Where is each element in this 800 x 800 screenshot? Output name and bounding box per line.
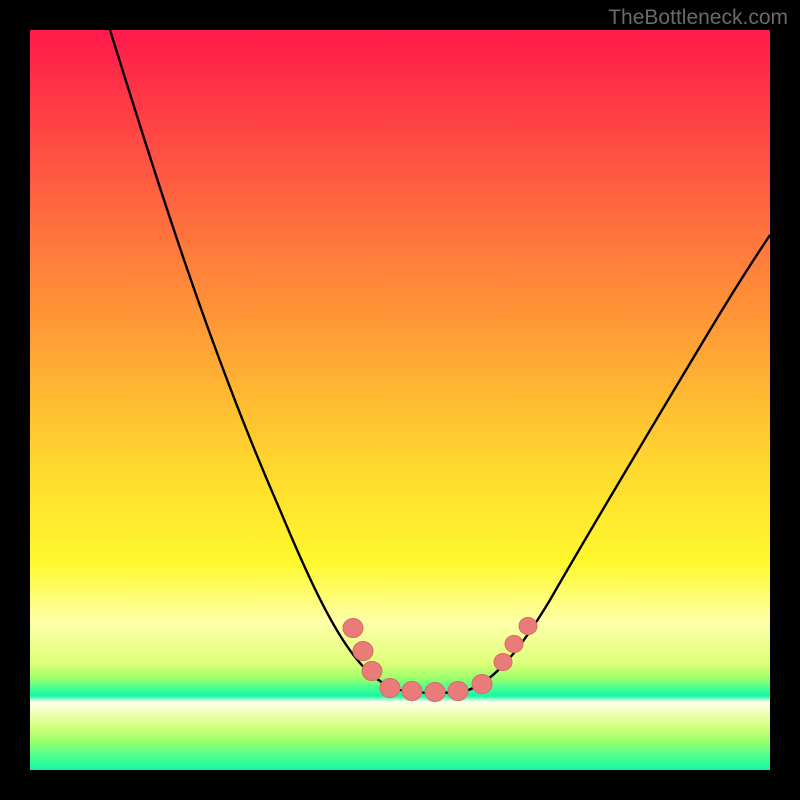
curve-marker — [472, 675, 492, 694]
curve-marker — [448, 682, 468, 701]
curve-marker — [353, 642, 373, 661]
curve-svg — [30, 30, 770, 770]
curve-marker — [380, 679, 400, 698]
chart-frame: TheBottleneck.com — [0, 0, 800, 800]
watermark-text: TheBottleneck.com — [608, 6, 788, 30]
curve-marker — [402, 682, 422, 701]
curve-marker — [425, 683, 445, 702]
plot-area — [30, 30, 770, 770]
curve-marker — [505, 635, 523, 652]
marker-group — [343, 617, 537, 701]
bottleneck-curve — [110, 30, 770, 693]
curve-marker — [519, 617, 537, 634]
curve-marker — [343, 619, 363, 638]
curve-marker — [494, 653, 512, 670]
curve-marker — [362, 662, 382, 681]
